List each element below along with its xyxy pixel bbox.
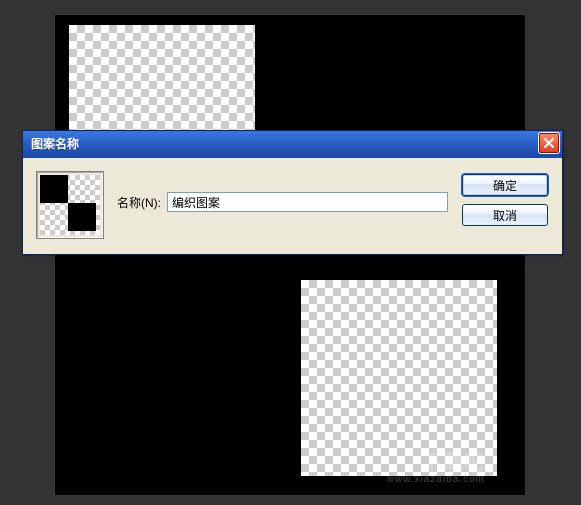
dialog-titlebar[interactable]: 图案名称 — [23, 131, 562, 155]
editor-canvas: 下载吧 www.xiazaiba.com — [55, 15, 525, 495]
name-label: 名称(N): — [117, 194, 161, 211]
pattern-name-input[interactable] — [167, 192, 448, 212]
close-button[interactable] — [538, 132, 560, 154]
preview-tile-br — [68, 203, 96, 231]
dialog-body: 名称(N): 确定 取消 — [23, 155, 562, 254]
cancel-button[interactable]: 取消 — [462, 204, 548, 226]
ok-button[interactable]: 确定 — [462, 174, 548, 196]
close-icon — [544, 138, 554, 148]
dialog-title: 图案名称 — [31, 135, 538, 152]
name-row: 名称(N): — [117, 192, 448, 212]
pattern-name-dialog: 图案名称 名称(N): 确定 取消 — [22, 130, 563, 255]
transparent-region-bottom — [301, 280, 497, 476]
preview-tile-tl — [40, 175, 68, 203]
dialog-buttons: 确定 取消 — [462, 174, 548, 226]
app-stage: 下载吧 www.xiazaiba.com 图案名称 名称(N): — [0, 0, 581, 505]
pattern-preview — [37, 172, 103, 238]
